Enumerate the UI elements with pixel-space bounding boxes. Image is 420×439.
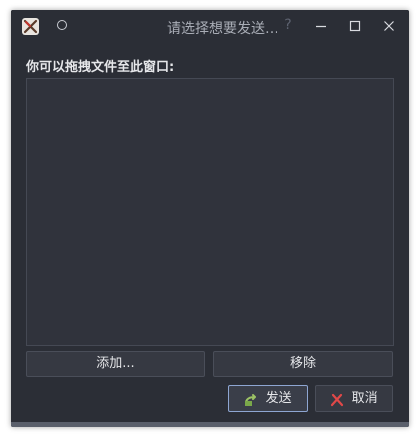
maximize-icon[interactable] [345, 16, 365, 36]
add-button-label: 添加... [96, 356, 135, 371]
remove-button[interactable]: 移除 [213, 351, 393, 377]
send-files-dialog: 请选择想要发送… ? 你可以拖拽文件至此窗口: 添加... 移除 发送 取消 [11, 10, 409, 427]
send-icon [244, 391, 258, 406]
cancel-icon [330, 391, 344, 406]
remove-button-label: 移除 [289, 356, 316, 371]
app-icon [22, 18, 39, 35]
drag-instruction-label: 你可以拖拽文件至此窗口: [26, 60, 175, 75]
send-button[interactable]: 发送 [228, 385, 308, 412]
cancel-button[interactable]: 取消 [315, 385, 393, 412]
title-bar[interactable]: 请选择想要发送… ? [11, 10, 409, 42]
minimize-icon[interactable] [311, 16, 331, 36]
file-drop-list[interactable] [26, 78, 394, 346]
close-icon[interactable] [379, 16, 399, 36]
window-title: 请选择想要发送… [167, 21, 277, 37]
cancel-button-label: 取消 [351, 391, 378, 406]
window-bottom-edge [11, 422, 409, 427]
send-button-label: 发送 [265, 391, 292, 406]
pin-icon[interactable] [57, 20, 67, 30]
help-icon[interactable]: ? [281, 17, 295, 33]
add-button[interactable]: 添加... [26, 351, 205, 377]
